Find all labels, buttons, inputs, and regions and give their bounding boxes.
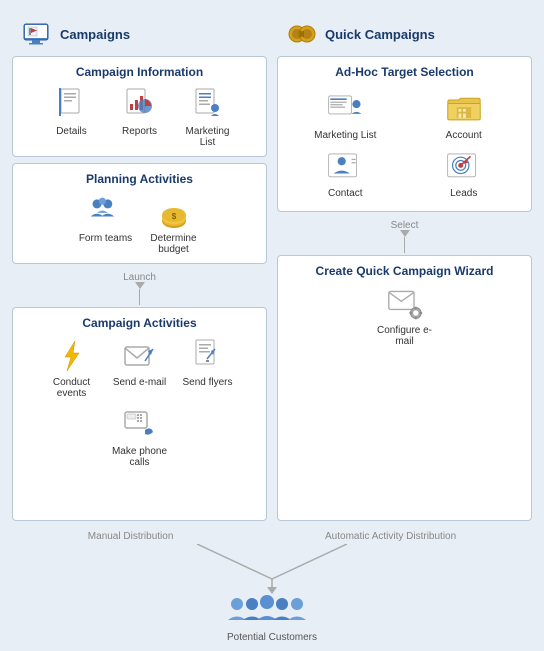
marketing-list-icon	[190, 87, 226, 123]
connector-arrows	[122, 544, 422, 594]
select-arrow-head	[400, 230, 410, 237]
make-phone-calls-icon	[122, 407, 158, 443]
quick-campaigns-header-icon	[285, 18, 317, 50]
account-icon	[446, 91, 482, 127]
launch-arrow: Launch	[12, 272, 267, 305]
quick-campaigns-header: Quick Campaigns	[277, 12, 532, 56]
form-teams-label: Form teams	[79, 233, 132, 244]
manual-distribution-label: Manual Distribution	[88, 531, 174, 542]
campaign-info-title: Campaign Information	[21, 65, 258, 79]
marketing-list-item[interactable]: Marketing List	[178, 87, 238, 148]
planning-icons: Form teams $	[21, 194, 258, 255]
planning-activities-panel: Planning Activities	[12, 163, 267, 264]
campaigns-header-icon	[20, 18, 52, 50]
planning-title: Planning Activities	[21, 172, 258, 186]
adhoc-panel: Ad-Hoc Target Selection	[277, 56, 532, 212]
send-flyers-label: Send flyers	[182, 377, 232, 388]
leads-label: Leads	[450, 188, 477, 199]
distribution-labels: Manual Distribution Automatic Activity D…	[12, 531, 532, 542]
account-label: Account	[446, 130, 482, 141]
campaigns-title: Campaigns	[60, 27, 130, 42]
adhoc-marketing-list-label: Marketing List	[314, 130, 376, 141]
customers-label: Potential Customers	[227, 632, 317, 643]
determine-budget-item[interactable]: $ Determine budget	[144, 194, 204, 255]
form-teams-item[interactable]: Form teams	[76, 194, 136, 255]
marketing-list-label: Marketing List	[178, 126, 238, 148]
reports-label: Reports	[122, 126, 157, 137]
configure-email-label: Configure e-mail	[375, 325, 435, 347]
conduct-events-item[interactable]: Conduct events	[42, 338, 102, 399]
wizard-icons: Configure e-mail	[286, 286, 523, 347]
determine-budget-label: Determine budget	[144, 233, 204, 255]
launch-arrow-head	[135, 282, 145, 289]
send-flyers-icon	[190, 338, 226, 374]
select-arrow: Select	[277, 220, 532, 253]
adhoc-icons: Marketing List	[286, 87, 523, 203]
conduct-events-icon	[54, 338, 90, 374]
reports-icon	[122, 87, 158, 123]
contact-label: Contact	[328, 188, 362, 199]
campaign-activities-icons: Conduct events	[21, 338, 258, 468]
bottom-section: Manual Distribution Automatic Activity D…	[0, 527, 544, 651]
conduct-events-label: Conduct events	[42, 377, 102, 399]
adhoc-marketing-list-item[interactable]: Marketing List	[290, 91, 401, 141]
send-email-item[interactable]: Send e-mail	[110, 338, 170, 399]
send-email-label: Send e-mail	[113, 377, 166, 388]
customers-icon	[222, 594, 322, 630]
make-phone-calls-item[interactable]: Make phone calls	[110, 407, 170, 468]
determine-budget-icon: $	[156, 194, 192, 230]
campaign-info-icons: Details	[21, 87, 258, 148]
configure-email-icon	[387, 286, 423, 322]
wizard-title: Create Quick Campaign Wizard	[286, 264, 523, 278]
form-teams-icon	[88, 194, 124, 230]
contact-item[interactable]: Contact	[290, 149, 401, 199]
make-phone-calls-label: Make phone calls	[110, 446, 170, 468]
account-item[interactable]: Account	[409, 91, 520, 141]
main-container: Campaigns Campaign Information	[0, 0, 544, 651]
configure-email-item[interactable]: Configure e-mail	[375, 286, 435, 347]
send-flyers-item[interactable]: Send flyers	[178, 338, 238, 399]
adhoc-title: Ad-Hoc Target Selection	[286, 65, 523, 79]
send-email-icon	[122, 338, 158, 374]
auto-distribution-label: Automatic Activity Distribution	[325, 531, 456, 542]
campaign-activities-title: Campaign Activities	[21, 316, 258, 330]
adhoc-marketing-list-icon	[327, 91, 363, 127]
details-item[interactable]: Details	[42, 87, 102, 148]
leads-item[interactable]: Leads	[409, 149, 520, 199]
wizard-panel: Create Quick Campaign Wizard	[277, 255, 532, 521]
contact-icon	[327, 149, 363, 185]
campaign-activities-panel: Campaign Activities Conduct events	[12, 307, 267, 521]
left-column: Campaigns Campaign Information	[12, 12, 267, 527]
right-column: Quick Campaigns Ad-Hoc Target Selection	[277, 12, 532, 527]
leads-icon	[446, 149, 482, 185]
details-label: Details	[56, 126, 87, 137]
campaign-information-panel: Campaign Information	[12, 56, 267, 157]
reports-item[interactable]: Reports	[110, 87, 170, 148]
details-icon	[54, 87, 90, 123]
potential-customers: Potential Customers	[222, 594, 322, 643]
campaigns-header: Campaigns	[12, 12, 267, 56]
svg-text:$: $	[171, 212, 176, 221]
top-section: Campaigns Campaign Information	[0, 0, 544, 527]
quick-campaigns-title: Quick Campaigns	[325, 27, 435, 42]
